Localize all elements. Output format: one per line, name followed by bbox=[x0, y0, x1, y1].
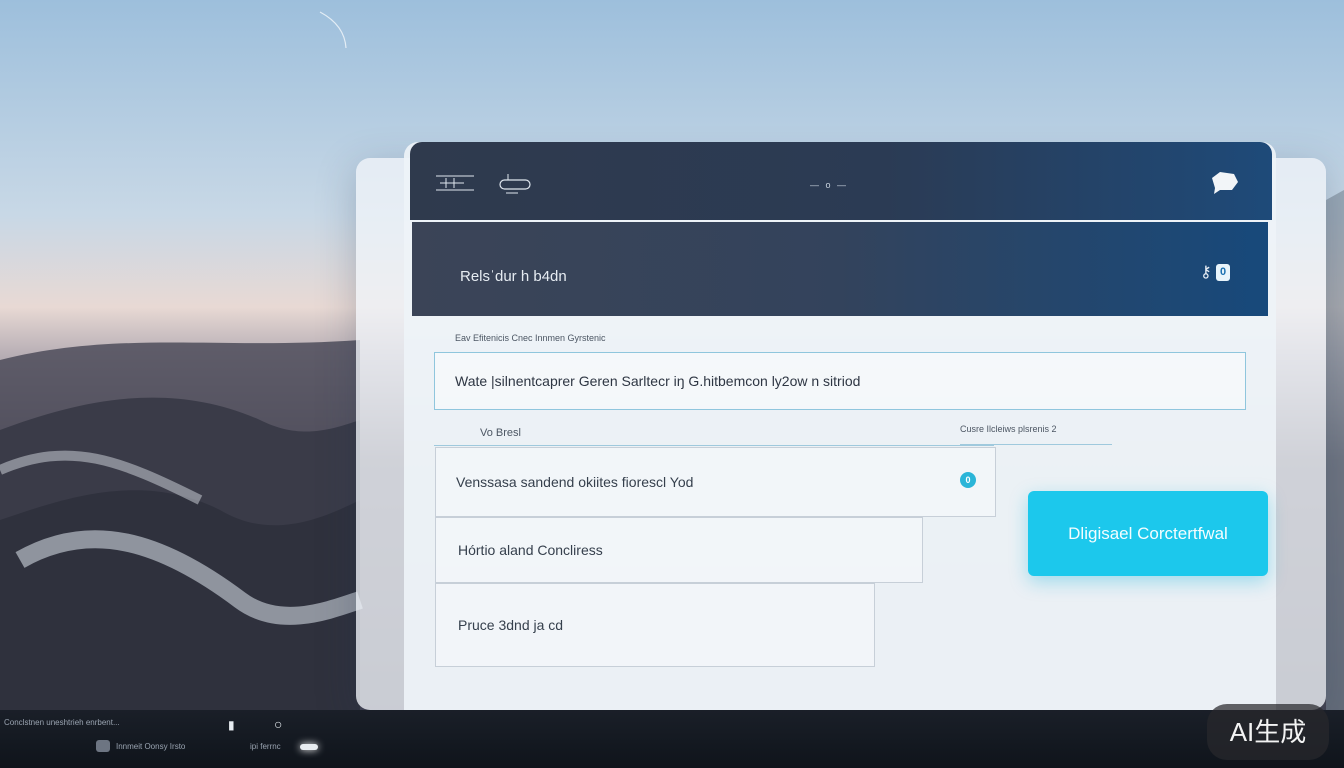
title-bar: — o — bbox=[410, 142, 1272, 220]
glow-indicator-icon bbox=[300, 744, 318, 750]
field-underline bbox=[434, 445, 994, 446]
list-item[interactable]: Venssasa sandend okiites fiorescl Yod bbox=[435, 447, 996, 517]
search-input[interactable]: Wate |silnentcaprer Geren Sarltecr iŋ G.… bbox=[434, 352, 1246, 410]
menu-icon[interactable] bbox=[434, 172, 478, 194]
toggle-icon[interactable] bbox=[498, 172, 532, 196]
taskbar: Conclstnen uneshtrieh enrbent... ▮ ○ Inn… bbox=[0, 710, 1344, 768]
right-underline bbox=[960, 444, 1112, 445]
list-item[interactable]: Hórtio aland Concliress bbox=[435, 517, 923, 583]
notification-badge: 0 bbox=[1216, 264, 1230, 281]
taskbar-status: Conclstnen uneshtrieh enrbent... bbox=[4, 718, 120, 727]
circle-icon[interactable]: ○ bbox=[274, 716, 282, 732]
window-title: — o — bbox=[810, 180, 849, 190]
field-label: Vo Bresl bbox=[480, 427, 521, 439]
folder-icon[interactable]: ▮ bbox=[228, 718, 235, 732]
taskbar-app-label-2[interactable]: ipi ferrnc bbox=[250, 742, 281, 751]
list-item[interactable]: Pruce 3dnd ja cd bbox=[435, 583, 875, 667]
header-title: Relsˈdur h b4dn bbox=[460, 268, 567, 285]
key-icon[interactable]: ⚷ 0 bbox=[1200, 262, 1230, 284]
section-label: Eav Efitenicis Cnec Innmen Gyrstenic bbox=[455, 333, 606, 343]
chat-bubble-icon[interactable] bbox=[1206, 168, 1242, 198]
header-band: Relsˈdur h b4dn ⚷ 0 bbox=[412, 222, 1268, 316]
app-icon[interactable] bbox=[96, 740, 110, 752]
right-field-label: Cusre Ilcleiws plsrenis 2 bbox=[960, 424, 1057, 434]
watermark-badge: AI生成 bbox=[1207, 704, 1329, 760]
taskbar-app-label[interactable]: Innmeit Oonsy Irsto bbox=[116, 742, 185, 751]
primary-action-button[interactable]: Dligisael Corctertfwal bbox=[1028, 491, 1268, 576]
shield-icon[interactable]: 0 bbox=[960, 472, 976, 488]
